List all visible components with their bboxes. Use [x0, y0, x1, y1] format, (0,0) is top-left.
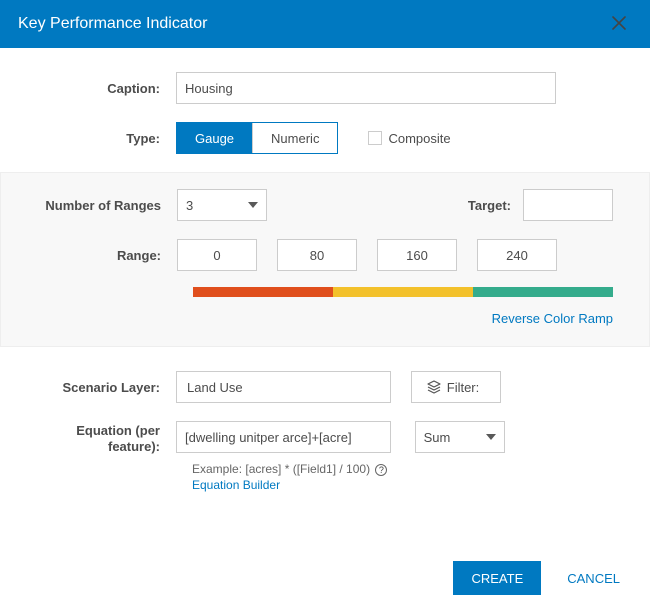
scenario-layer-value: Land Use	[187, 380, 243, 395]
scenario-layer-row: Scenario Layer: Land Use Filter:	[36, 371, 614, 403]
range-values-row: Range:	[37, 239, 613, 271]
number-of-ranges-value: 3	[186, 198, 193, 213]
composite-checkbox-row[interactable]: Composite	[368, 131, 450, 146]
ramp-segment-0	[193, 287, 333, 297]
equation-help: Example: [acres] * ([Field1] / 100) ? Eq…	[192, 461, 614, 493]
equation-builder-link[interactable]: Equation Builder	[192, 478, 280, 492]
reverse-color-ramp-link[interactable]: Reverse Color Ramp	[37, 311, 613, 326]
dialog-header: Key Performance Indicator	[0, 0, 650, 48]
range-inputs	[177, 239, 613, 271]
cancel-button[interactable]: CANCEL	[561, 570, 626, 587]
range-input-2[interactable]	[377, 239, 457, 271]
dialog-footer: CREATE CANCEL	[0, 544, 650, 612]
equation-label: Equation (per feature):	[36, 421, 176, 455]
type-toggle-group: Gauge Numeric	[176, 122, 338, 154]
dialog-title: Key Performance Indicator	[18, 15, 207, 33]
ranges-top-row: Number of Ranges 3 Target:	[37, 189, 613, 221]
caption-label: Caption:	[36, 81, 176, 96]
create-button[interactable]: CREATE	[453, 561, 541, 595]
scenario-layer-label: Scenario Layer:	[36, 380, 176, 395]
chevron-down-icon	[486, 434, 496, 440]
range-input-0[interactable]	[177, 239, 257, 271]
filter-label: Filter:	[447, 380, 480, 395]
equation-example-prefix: Example:	[192, 462, 245, 476]
range-input-1[interactable]	[277, 239, 357, 271]
caption-row: Caption:	[36, 72, 614, 104]
range-label: Range:	[37, 248, 177, 263]
composite-label: Composite	[388, 131, 450, 146]
type-numeric-button[interactable]: Numeric	[252, 123, 337, 153]
layers-icon	[427, 380, 441, 394]
filter-button[interactable]: Filter:	[411, 371, 501, 403]
type-label: Type:	[36, 131, 176, 146]
scenario-layer-select[interactable]: Land Use	[176, 371, 391, 403]
color-ramp	[193, 287, 613, 297]
composite-checkbox[interactable]	[368, 131, 382, 145]
caption-input[interactable]	[176, 72, 556, 104]
type-gauge-button[interactable]: Gauge	[177, 123, 252, 153]
target-label: Target:	[468, 198, 523, 213]
ramp-segment-2	[473, 287, 613, 297]
ranges-panel: Number of Ranges 3 Target: Range: Revers…	[0, 172, 650, 347]
close-icon	[612, 13, 626, 35]
equation-input[interactable]	[176, 421, 391, 453]
aggregate-value: Sum	[424, 430, 451, 445]
range-input-3[interactable]	[477, 239, 557, 271]
dialog-body: Caption: Type: Gauge Numeric Composite N…	[0, 48, 650, 544]
number-of-ranges-label: Number of Ranges	[37, 198, 177, 213]
equation-example-text: [acres] * ([Field1] / 100)	[245, 462, 370, 476]
number-of-ranges-select[interactable]: 3	[177, 189, 267, 221]
chevron-down-icon	[248, 202, 258, 208]
equation-row: Equation (per feature): Sum	[36, 421, 614, 455]
close-button[interactable]	[606, 12, 632, 37]
ramp-segment-1	[333, 287, 473, 297]
aggregate-select[interactable]: Sum	[415, 421, 505, 453]
help-icon[interactable]: ?	[375, 464, 387, 476]
type-row: Type: Gauge Numeric Composite	[36, 122, 614, 154]
target-input[interactable]	[523, 189, 613, 221]
